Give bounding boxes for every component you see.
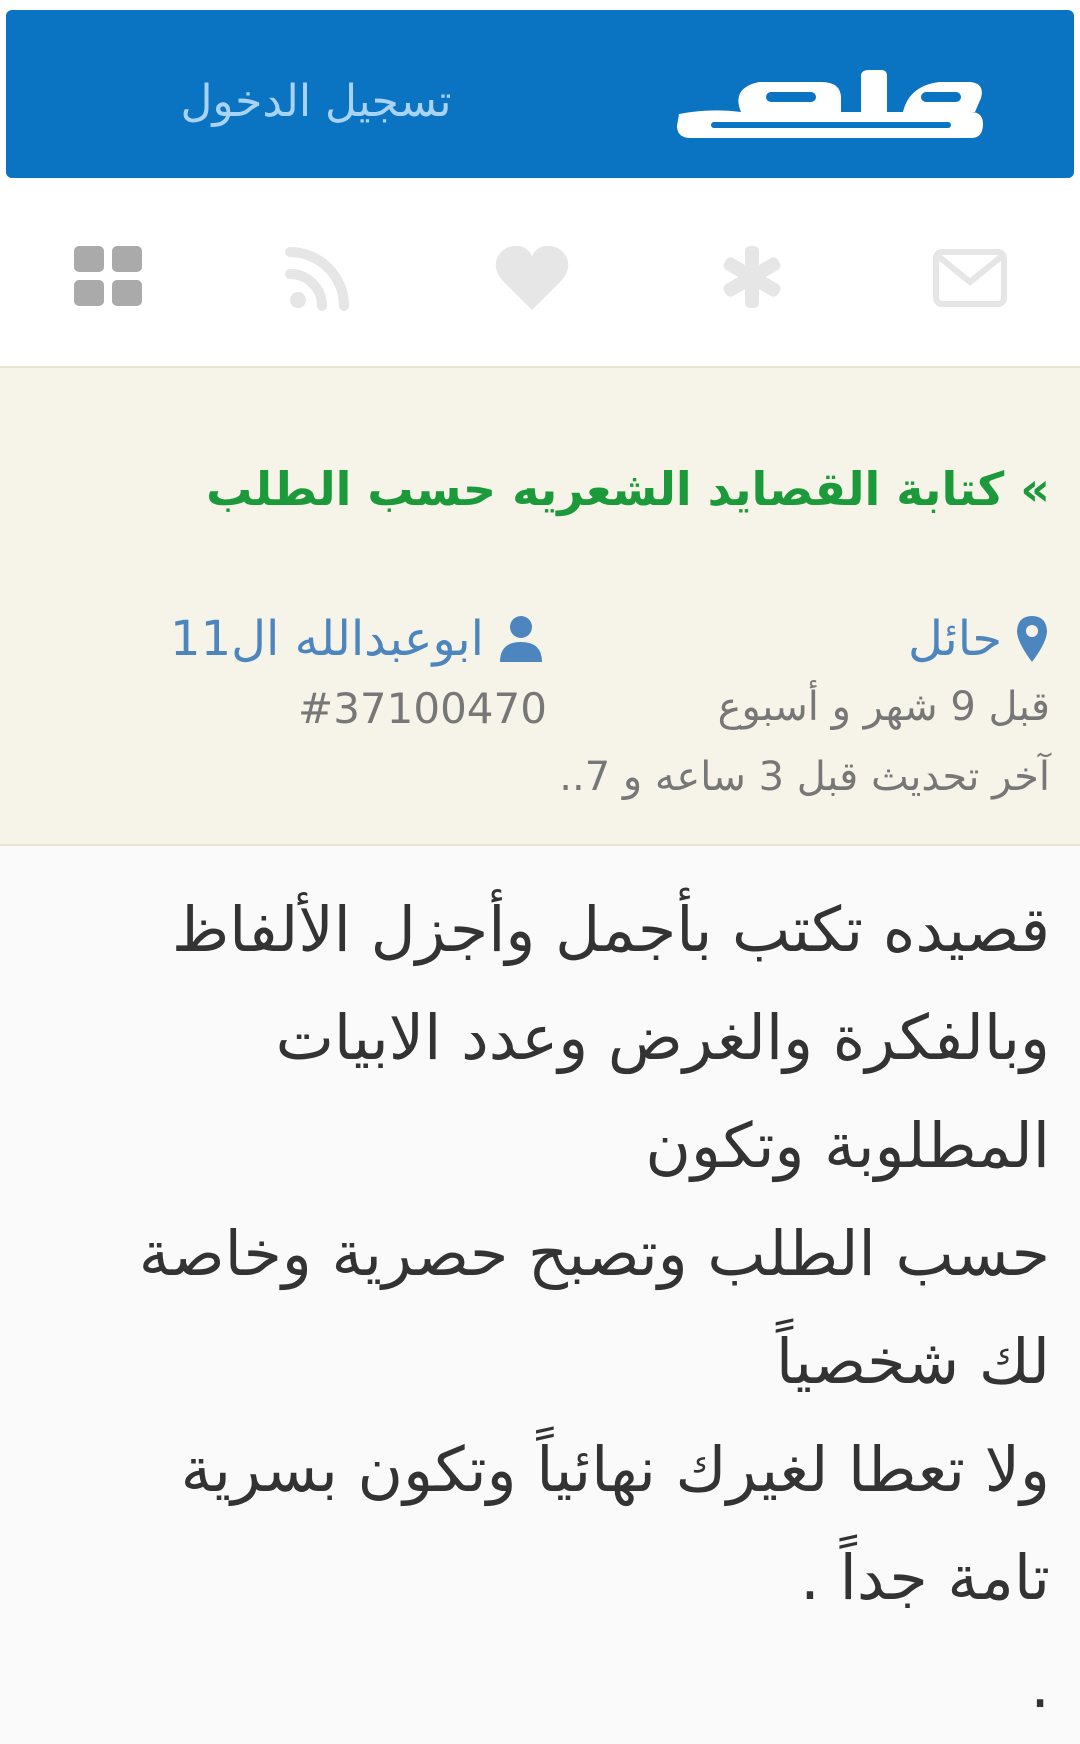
haraj-logo[interactable] [671, 68, 991, 142]
user-name: ابوعبدالله ال11 [170, 611, 484, 667]
user-link[interactable]: ابوعبدالله ال11 [154, 608, 544, 670]
icon-nav [0, 178, 1080, 366]
asterisk-icon[interactable] [712, 240, 792, 314]
login-link[interactable]: تسجيل الدخول [156, 72, 476, 132]
rss-icon[interactable] [282, 240, 362, 314]
ad-id: #37100470 [298, 684, 547, 733]
updated-time: آخر تحديث قبل 3 ساعه و 7.. [559, 754, 1050, 800]
envelope-icon[interactable] [930, 240, 1010, 314]
ad-title-link[interactable]: » كتابة القصايد الشعريه حسب الطلب [206, 462, 1050, 516]
ad-body-text: قصيده تكتب بأجمل وأجزل الألفاظ وبالفكرة … [138, 893, 1050, 1722]
ad-meta: » كتابة القصايد الشعريه حسب الطلب حائل ا… [0, 366, 1080, 846]
city-label: حائل [907, 611, 1002, 667]
posted-time: قبل 9 شهر و أسبوع [717, 684, 1050, 730]
heart-icon[interactable] [492, 240, 572, 314]
map-pin-icon [1017, 616, 1047, 662]
user-icon [500, 616, 542, 662]
city-link[interactable]: حائل [908, 608, 1050, 670]
ad-body: قصيده تكتب بأجمل وأجزل الألفاظ وبالفكرة … [0, 846, 1080, 1744]
apps-grid-icon[interactable] [68, 240, 148, 314]
header-bar: تسجيل الدخول [6, 10, 1074, 178]
